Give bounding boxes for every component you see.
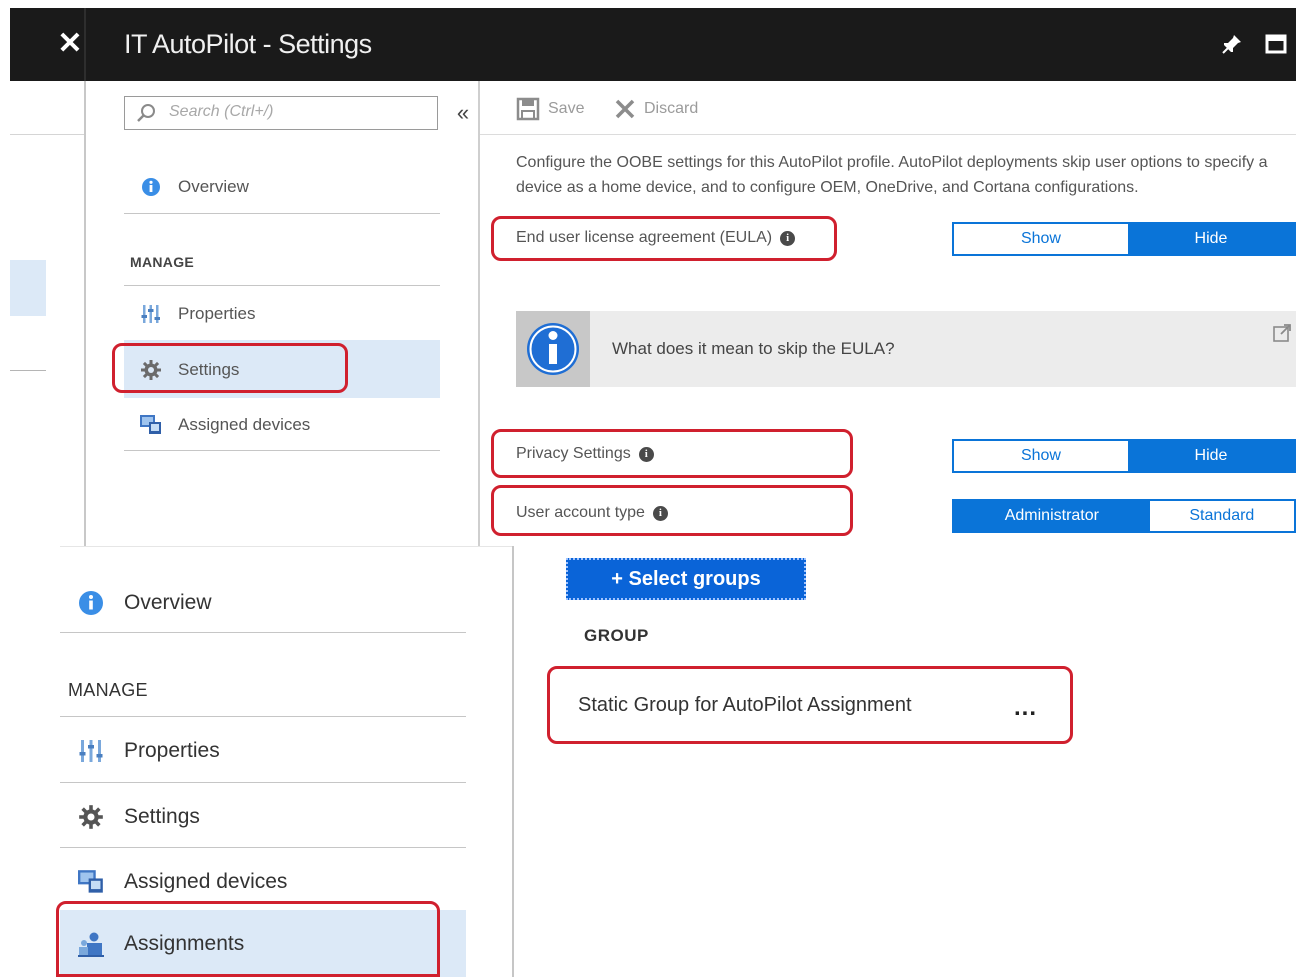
- highlight-assignments: [56, 901, 440, 977]
- select-groups-button[interactable]: + Select groups: [566, 558, 806, 600]
- discard-icon: [615, 99, 635, 119]
- gear-icon: [76, 802, 106, 832]
- nav-item-label: Assigned devices: [178, 415, 311, 434]
- save-button[interactable]: Save: [516, 94, 584, 124]
- section-header-manage: MANAGE: [130, 254, 195, 270]
- divider: [124, 213, 440, 214]
- divider: [60, 847, 466, 848]
- lower-blade-top-divider: [60, 546, 514, 547]
- privacy-hide-option[interactable]: Hide: [1127, 441, 1294, 471]
- nav-item-label: Settings: [124, 805, 200, 828]
- divider: [60, 782, 466, 783]
- lower-nav-item-properties[interactable]: Properties: [76, 720, 466, 782]
- info-icon: [138, 174, 164, 200]
- highlight-privacy: [491, 429, 853, 478]
- info-icon: [527, 323, 579, 375]
- divider: [60, 632, 466, 633]
- lower-blade-divider: [512, 546, 514, 977]
- title-bar: ✕ IT AutoPilot - Settings: [10, 8, 1296, 81]
- highlight-group: [547, 666, 1073, 744]
- divider: [124, 450, 440, 451]
- lower-nav-item-settings[interactable]: Settings: [76, 786, 466, 848]
- nav-item-label: Assigned devices: [124, 870, 288, 893]
- maximize-button[interactable]: [1264, 30, 1296, 58]
- account-administrator-option[interactable]: Administrator: [954, 501, 1150, 531]
- save-label: Save: [548, 100, 585, 117]
- eula-info-text: What does it mean to skip the EULA?: [612, 339, 895, 358]
- account-type-toggle[interactable]: Administrator Standard: [952, 499, 1296, 533]
- title-separator: [84, 8, 86, 81]
- toolbar-divider: [480, 134, 1296, 135]
- nav-item-label: Properties: [178, 304, 256, 323]
- external-link-icon[interactable]: [1272, 323, 1292, 343]
- divider: [60, 716, 466, 717]
- window-title: IT AutoPilot - Settings: [124, 29, 372, 59]
- highlight-account-type: [491, 485, 853, 536]
- lower-nav-item-overview[interactable]: Overview: [76, 572, 466, 634]
- highlight-settings: [112, 343, 348, 393]
- eula-show-option[interactable]: Show: [954, 224, 1128, 254]
- divider: [124, 285, 440, 286]
- nav-item-assigned-devices[interactable]: Assigned devices: [138, 398, 438, 452]
- nav-item-overview[interactable]: Overview: [138, 160, 438, 214]
- properties-icon: [138, 301, 164, 327]
- background-blade-item: [10, 260, 46, 316]
- search-icon: [137, 104, 155, 122]
- privacy-toggle[interactable]: Show Hide: [952, 439, 1296, 473]
- search-box[interactable]: Search (Ctrl+/): [124, 96, 438, 130]
- discard-button[interactable]: Discard: [614, 94, 698, 124]
- background-blade-divider: [84, 81, 86, 547]
- account-standard-option[interactable]: Standard: [1149, 501, 1294, 531]
- blade-divider: [478, 81, 480, 547]
- properties-icon: [76, 736, 106, 766]
- nav-item-properties[interactable]: Properties: [138, 287, 438, 341]
- collapse-menu-button[interactable]: «: [452, 96, 474, 130]
- privacy-show-option[interactable]: Show: [954, 441, 1128, 471]
- discard-label: Discard: [644, 100, 699, 117]
- search-placeholder: Search (Ctrl+/): [169, 103, 274, 120]
- background-blade-line: [10, 134, 84, 135]
- info-banner-icon-box: [516, 311, 590, 387]
- save-icon: [516, 97, 540, 121]
- eula-toggle[interactable]: Show Hide: [952, 222, 1296, 256]
- info-icon: [76, 588, 106, 618]
- pin-icon: [1222, 35, 1241, 54]
- nav-item-label: Properties: [124, 739, 220, 762]
- nav-item-label: Overview: [178, 177, 249, 196]
- double-chevron-left-icon: «: [456, 100, 470, 125]
- maximize-icon: [1265, 34, 1287, 54]
- settings-description: Configure the OOBE settings for this Aut…: [516, 154, 1268, 196]
- highlight-eula: [491, 216, 837, 261]
- section-header-manage: MANAGE: [68, 680, 148, 700]
- devices-icon: [138, 412, 164, 438]
- devices-icon: [76, 867, 106, 897]
- group-column-header: GROUP: [584, 626, 649, 645]
- eula-info-banner[interactable]: What does it mean to skip the EULA?: [516, 311, 1296, 387]
- nav-item-label: Overview: [124, 591, 212, 614]
- eula-hide-option[interactable]: Hide: [1127, 224, 1294, 254]
- background-blade-line: [10, 370, 46, 371]
- close-icon: ✕: [57, 27, 83, 60]
- pin-button[interactable]: [1216, 28, 1248, 60]
